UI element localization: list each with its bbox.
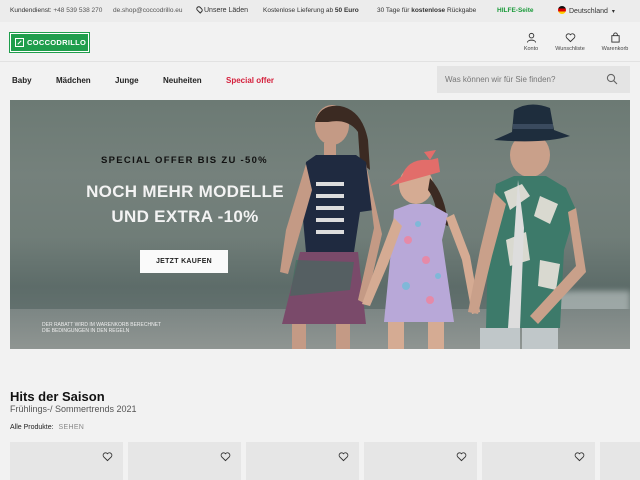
hero-headline-line-2: UND EXTRA -10% xyxy=(111,207,259,226)
logo[interactable]: COCCODRILLO xyxy=(9,32,90,53)
germany-flag-icon xyxy=(558,6,566,14)
main-nav: Baby Mädchen Junge Neuheiten Special off… xyxy=(0,62,640,98)
nav-item-baby[interactable]: Baby xyxy=(12,76,32,85)
hero-banner[interactable]: SPECIAL OFFER BIS ZU -50% NOCH MEHR MODE… xyxy=(10,100,630,349)
returns-bold: kostenlose xyxy=(411,7,446,14)
account-label: Konto xyxy=(523,46,539,52)
section-title: Hits der Saison xyxy=(10,389,105,404)
search-box xyxy=(437,66,630,93)
phone-link[interactable]: +48 539 538 270 xyxy=(53,7,102,14)
wishlist-heart-icon[interactable] xyxy=(102,451,113,462)
bag-icon xyxy=(610,32,620,43)
nav-item-girls[interactable]: Mädchen xyxy=(56,76,91,85)
stores-label: Unsere Läden xyxy=(204,7,248,14)
logo-text: COCCODRILLO xyxy=(27,38,87,47)
location-pin-icon xyxy=(195,5,204,14)
user-icon xyxy=(526,32,536,43)
product-card[interactable] xyxy=(128,442,241,480)
boy-in-hat-figure xyxy=(468,104,586,349)
returns-suffix: Rückgabe xyxy=(447,7,477,14)
product-card[interactable] xyxy=(364,442,477,480)
shipping-info: Kostenlose Lieferung ab 50 Euro xyxy=(263,7,359,14)
nav-item-new[interactable]: Neuheiten xyxy=(163,76,202,85)
chevron-down-icon: ▾ xyxy=(611,9,615,15)
hero-disclaimer-line-2[interactable]: DIE BEDINGUNGEN IN DEN REGELN xyxy=(42,328,161,334)
see-all-link[interactable]: SEHEN xyxy=(59,424,85,431)
wishlist-heart-icon[interactable] xyxy=(456,451,467,462)
site-header: COCCODRILLO Konto Wunschliste Warenkorb xyxy=(0,22,640,62)
returns-prefix: 30 Tage für xyxy=(377,7,410,14)
section-subtitle: Frühlings-/ Sommertrends 2021 xyxy=(10,404,137,414)
country-label: Deutschland xyxy=(569,8,608,15)
wishlist-heart-icon[interactable] xyxy=(574,451,585,462)
girl-in-pink-cap-figure xyxy=(362,150,480,349)
hero-disclaimer: DER RABATT WIRD IM WARENKORB BERECHNET D… xyxy=(42,322,161,334)
product-card[interactable] xyxy=(246,442,359,480)
wishlist-button[interactable]: Wunschliste xyxy=(550,32,590,52)
country-selector[interactable]: Deutschland ▾ xyxy=(558,6,615,15)
hero-headline: NOCH MEHR MODELLE UND EXTRA -10% xyxy=(70,179,300,229)
nav-item-boys[interactable]: Junge xyxy=(115,76,139,85)
nav-item-special-offer[interactable]: Special offer xyxy=(226,76,274,85)
hero-kicker: SPECIAL OFFER BIS ZU -50% xyxy=(101,155,268,166)
search-input[interactable] xyxy=(445,73,595,86)
customer-service: Kundendienst: +48 539 538 270 xyxy=(10,7,102,14)
shop-now-button[interactable]: JETZT KAUFEN xyxy=(140,250,228,273)
help-link[interactable]: HILFE-Seite xyxy=(497,7,533,14)
top-info-bar: Kundendienst: +48 539 538 270 de.shop@co… xyxy=(0,0,640,22)
shipping-amount: 50 Euro xyxy=(334,7,359,14)
all-products-row: Alle Produkte: SEHEN xyxy=(10,424,84,431)
all-products-label: Alle Produkte: xyxy=(10,424,54,431)
logo-mark-icon xyxy=(15,38,24,47)
stores-link[interactable]: Unsere Läden xyxy=(195,5,248,14)
shipping-prefix: Kostenlose Lieferung ab xyxy=(263,7,334,14)
product-card[interactable] xyxy=(10,442,123,480)
email-link[interactable]: de.shop@coccodrillo.eu xyxy=(113,7,182,14)
hero-headline-line-1: NOCH MEHR MODELLE xyxy=(86,182,284,201)
wishlist-heart-icon[interactable] xyxy=(338,451,349,462)
product-card[interactable] xyxy=(482,442,595,480)
cart-label: Warenkorb xyxy=(601,46,629,52)
wishlist-label: Wunschliste xyxy=(555,46,585,52)
wishlist-heart-icon[interactable] xyxy=(220,451,231,462)
account-button[interactable]: Konto xyxy=(511,32,551,52)
search-icon[interactable] xyxy=(606,73,618,85)
returns-info: 30 Tage für kostenlose Rückgabe xyxy=(377,7,476,14)
customer-service-label: Kundendienst: xyxy=(10,7,52,14)
heart-icon xyxy=(565,33,575,43)
cart-button[interactable]: Warenkorb xyxy=(595,32,635,52)
product-card[interactable] xyxy=(600,442,640,480)
